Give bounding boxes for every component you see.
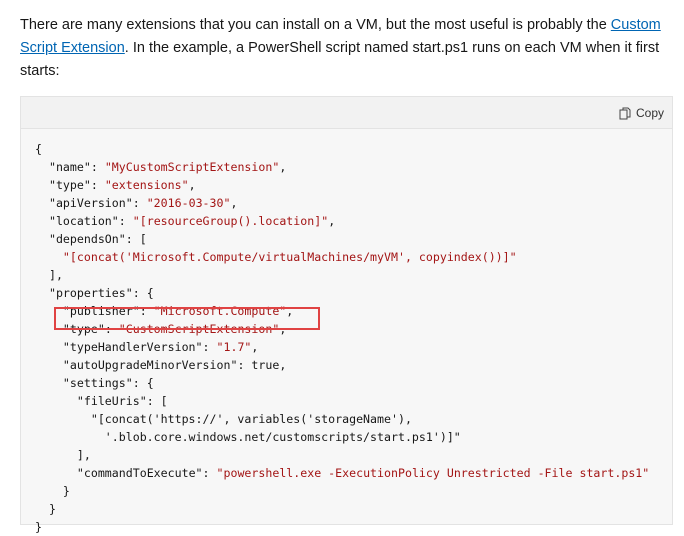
code-line: } bbox=[35, 484, 70, 498]
code-line: "commandToExecute": "powershell.exe -Exe… bbox=[76, 466, 650, 480]
intro-paragraph: There are many extensions that you can i… bbox=[20, 14, 670, 83]
code-line: '.blob.core.windows.net/customscripts/st… bbox=[35, 430, 461, 444]
copy-label: Copy bbox=[635, 106, 664, 120]
code-line: ], bbox=[35, 268, 63, 282]
code-line: "settings": { bbox=[62, 376, 154, 390]
code-line: { bbox=[35, 142, 42, 156]
code-line: ], bbox=[35, 448, 91, 462]
code-line: "location": "[resourceGroup().location]"… bbox=[48, 214, 336, 228]
code-line: } bbox=[35, 520, 42, 534]
copy-icon bbox=[619, 107, 631, 119]
code-line: "fileUris": [ bbox=[76, 394, 168, 408]
code-line: "apiVersion": "2016-03-30", bbox=[48, 196, 238, 210]
code-content: { "name": "MyCustomScriptExtension", "ty… bbox=[35, 140, 649, 536]
highlight-box bbox=[54, 307, 320, 330]
intro-text-before-link: There are many extensions that you can i… bbox=[20, 17, 611, 33]
code-line: "properties": { bbox=[48, 286, 154, 300]
code-line: "name": "MyCustomScriptExtension", bbox=[48, 160, 287, 174]
code-line: "[concat('https://', variables('storageN… bbox=[35, 412, 412, 426]
code-line: "dependsOn": [ bbox=[48, 232, 147, 246]
code-line: "[concat('Microsoft.Compute/virtualMachi… bbox=[62, 250, 517, 264]
code-line: } bbox=[35, 502, 56, 516]
copy-button[interactable]: Copy bbox=[619, 103, 664, 123]
code-line: "autoUpgradeMinorVersion": true, bbox=[62, 358, 287, 372]
code-header: Copy bbox=[21, 97, 672, 129]
code-line: "typeHandlerVersion": "1.7", bbox=[62, 340, 259, 354]
code-line: "type": "extensions", bbox=[48, 178, 196, 192]
code-block: Copy { "name": "MyCustomScriptExtension"… bbox=[20, 96, 673, 534]
